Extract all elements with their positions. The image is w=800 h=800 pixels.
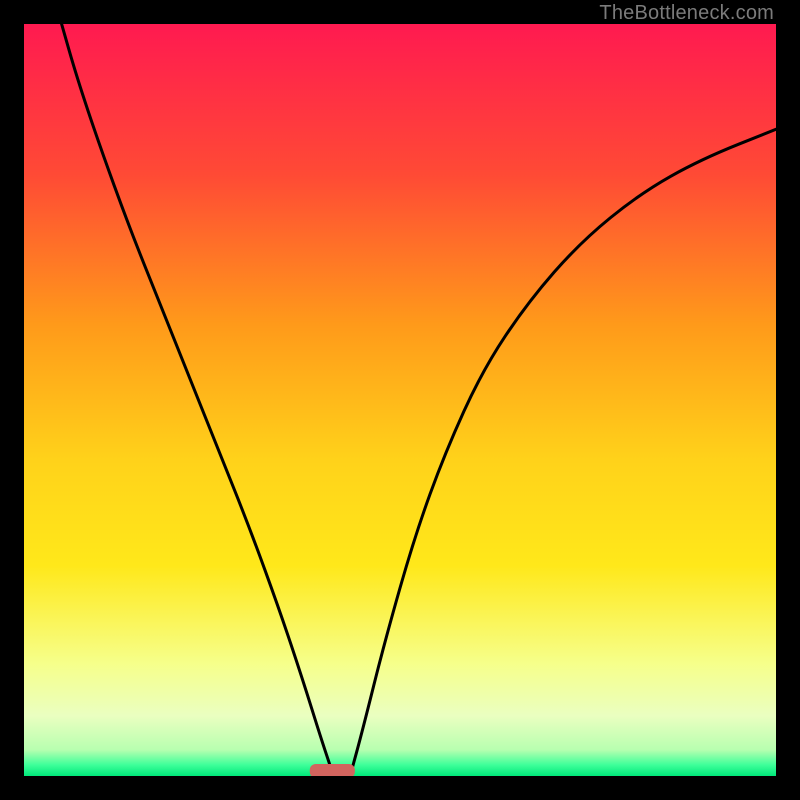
gradient-background — [24, 24, 776, 776]
chart-plot — [24, 24, 776, 776]
optimum-marker — [310, 764, 355, 776]
chart-frame — [24, 24, 776, 776]
watermark-text: TheBottleneck.com — [599, 2, 774, 25]
